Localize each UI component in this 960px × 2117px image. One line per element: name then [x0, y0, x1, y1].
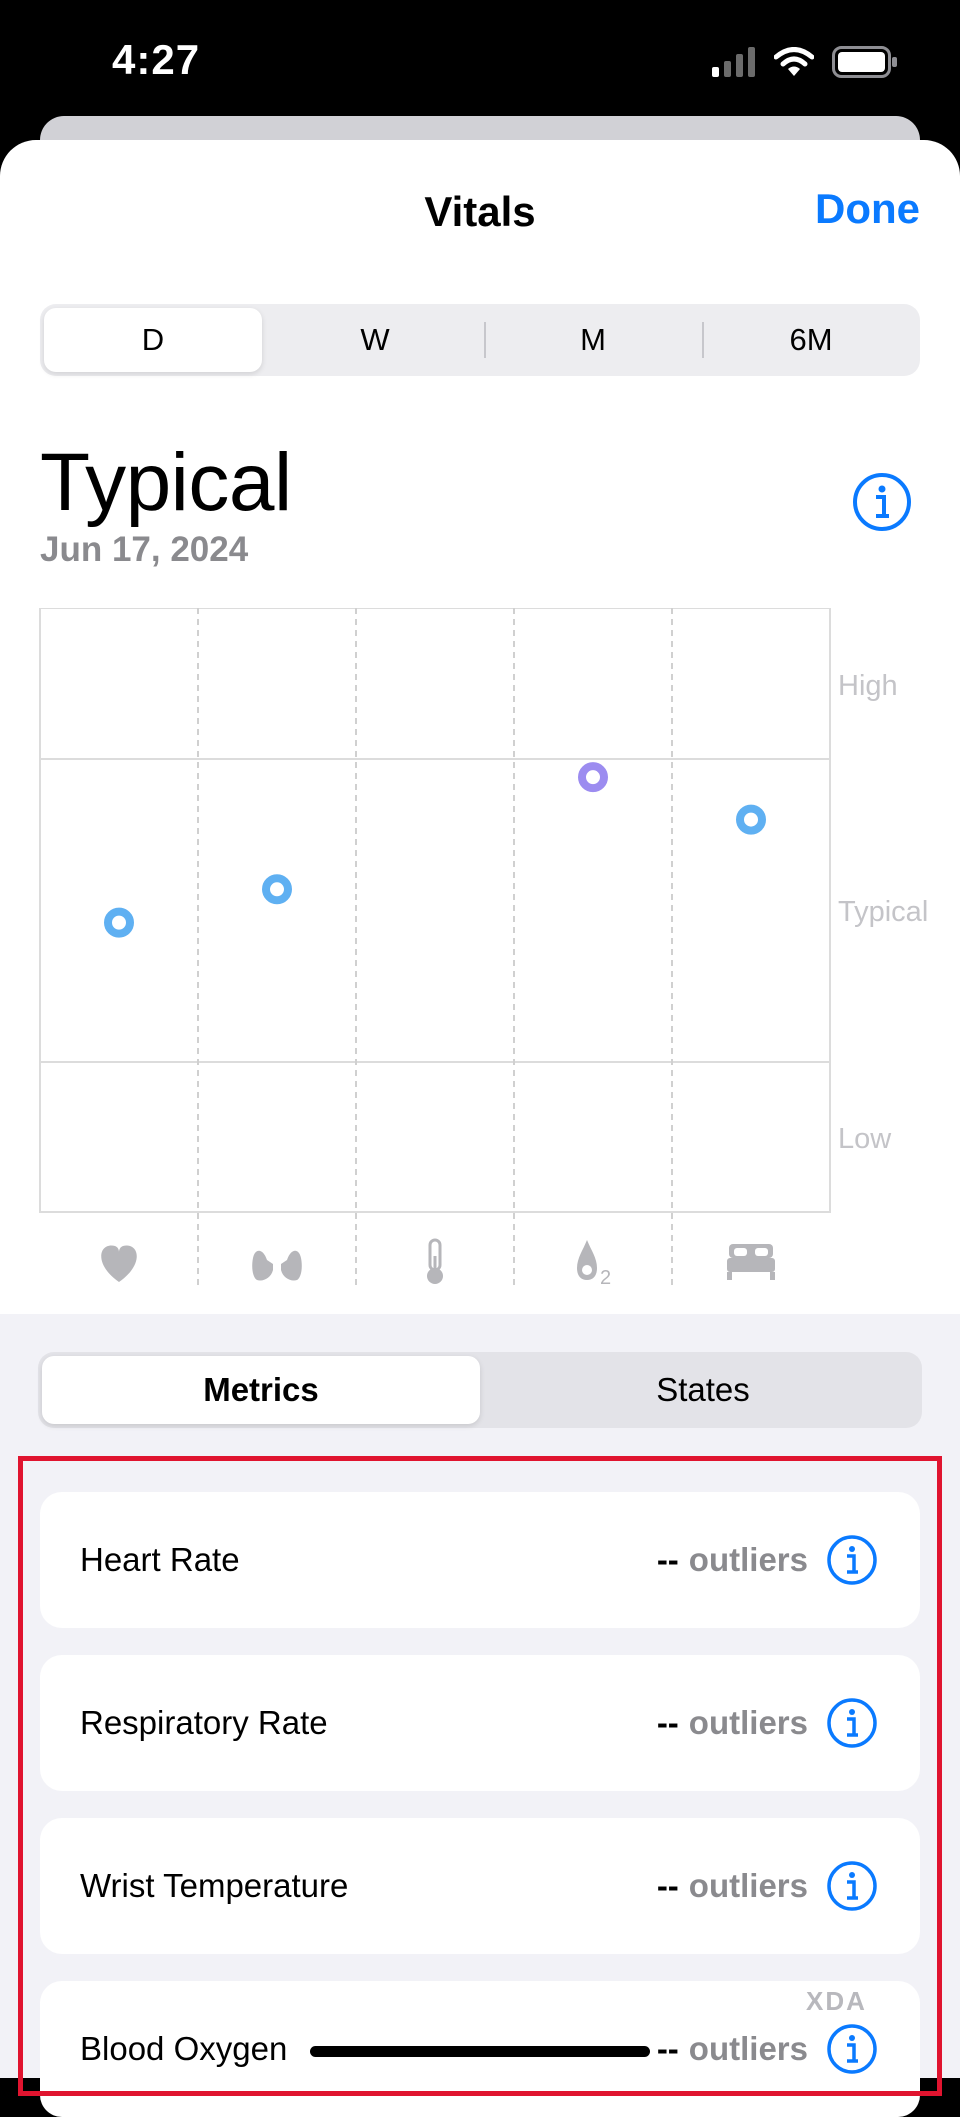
- thermometer-icon: [427, 1238, 443, 1284]
- band-label-typical: Typical: [838, 896, 928, 928]
- data-point-lungs: [262, 874, 292, 905]
- summary-date: Jun 17, 2024: [40, 530, 249, 569]
- data-point-heart: [104, 907, 134, 938]
- watermark-logo: XDA: [806, 1986, 867, 2016]
- tab-metrics[interactable]: Metrics: [42, 1356, 480, 1424]
- highlight-annotation-box: [18, 1456, 942, 2096]
- range-month[interactable]: M: [484, 304, 702, 376]
- lungs-icon: [252, 1242, 302, 1281]
- svg-text:2: 2: [600, 1267, 611, 1289]
- tab-states[interactable]: States: [484, 1352, 922, 1428]
- bed-icon: [727, 1244, 775, 1280]
- home-indicator[interactable]: [310, 2046, 650, 2057]
- chart-points: [104, 762, 766, 938]
- cellular-signal-icon: [712, 47, 755, 77]
- status-bar: 4:27: [0, 0, 960, 130]
- range-week[interactable]: W: [266, 304, 484, 376]
- time-range-control: D W M 6M: [40, 304, 920, 376]
- data-point-bed: [736, 804, 766, 835]
- summary-status: Typical: [40, 437, 292, 528]
- data-point-oxygen-drop: [578, 762, 608, 793]
- status-time: 4:27: [112, 36, 201, 83]
- band-label-low: Low: [838, 1123, 892, 1155]
- band-label-high: High: [838, 670, 898, 702]
- status-icons: [712, 46, 898, 78]
- wifi-icon: [774, 47, 814, 76]
- battery-icon: [832, 46, 897, 78]
- range-day[interactable]: D: [44, 308, 262, 372]
- chart-grid: [39, 608, 831, 1288]
- oxygen-drop-icon: 2: [577, 1240, 611, 1289]
- metrics-states-control: Metrics States: [38, 1352, 922, 1428]
- range-six-months[interactable]: 6M: [702, 304, 920, 376]
- info-icon[interactable]: [852, 472, 912, 532]
- heart-icon: [101, 1245, 137, 1282]
- done-button[interactable]: Done: [815, 185, 920, 233]
